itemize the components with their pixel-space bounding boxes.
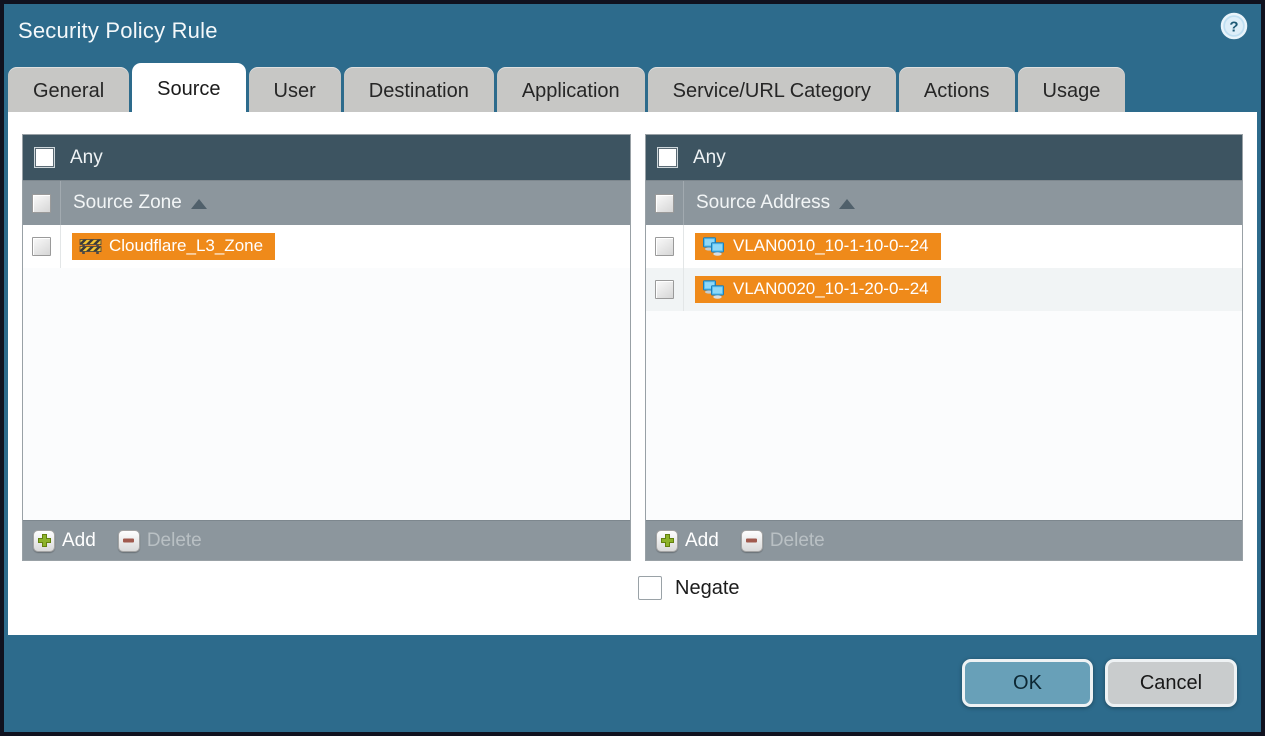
svg-text:?: ? [1229,19,1238,36]
plus-icon [656,529,678,552]
source-address-column-title: Source Address [696,192,831,213]
source-zone-list: Cloudflare_L3_Zone [23,225,630,520]
add-button[interactable]: Add [656,529,719,552]
negate-checkbox[interactable] [638,576,662,600]
source-address-row-checkbox[interactable] [655,280,674,299]
source-address-any-label: Any [693,146,726,168]
delete-button[interactable]: Delete [740,529,825,552]
source-address-row-checkbox[interactable] [655,237,674,256]
tab-destination[interactable]: Destination [343,67,494,116]
tab-application[interactable]: Application [496,67,645,116]
security-policy-rule-dialog: Security Policy Rule ? General Source Us… [0,0,1265,736]
source-address-panel: Any Source Address VLAN0010_10-1-10-0--2… [645,134,1243,561]
source-address-select-all-checkbox[interactable] [655,193,674,213]
negate-row: Negate [638,576,740,600]
source-zone-select-all-checkbox[interactable] [32,193,51,213]
table-row: VLAN0010_10-1-10-0--24 [646,225,1242,268]
help-icon[interactable]: ? [1220,12,1248,40]
source-zone-chip[interactable]: Cloudflare_L3_Zone [72,233,276,260]
sort-ascending-icon [190,199,207,209]
source-tab-content: Any Source Zone Cloudflare_L3_Zone Add D… [8,112,1257,635]
source-zone-any-bar: Any [23,135,630,180]
page-title: Security Policy Rule [18,18,218,43]
source-zone-column-title: Source Zone [73,192,182,213]
cancel-button[interactable]: Cancel [1105,659,1237,707]
source-zone-column-header[interactable]: Source Zone [23,180,630,225]
source-address-column-header[interactable]: Source Address [646,180,1242,225]
source-zone-toolbar: Add Delete [23,520,630,560]
source-zone-select-all-cell [23,181,61,225]
add-button[interactable]: Add [33,529,96,552]
source-zone-any-checkbox[interactable] [34,147,55,168]
source-address-chip[interactable]: VLAN0010_10-1-10-0--24 [695,233,941,260]
source-address-any-checkbox[interactable] [657,147,678,168]
ok-button[interactable]: OK [962,659,1093,707]
source-address-toolbar: Add Delete [646,520,1242,560]
tab-usage[interactable]: Usage [1017,67,1126,116]
tab-service-url-category[interactable]: Service/URL Category [647,67,896,116]
address-icon [703,279,724,299]
source-zone-panel: Any Source Zone Cloudflare_L3_Zone Add D… [22,134,631,561]
source-zone-chip-label: Cloudflare_L3_Zone [109,236,264,255]
source-address-any-bar: Any [646,135,1242,180]
tab-actions[interactable]: Actions [898,67,1015,116]
source-zone-any-label: Any [70,146,103,168]
tab-strip: General Source User Destination Applicat… [8,63,1126,116]
tab-user[interactable]: User [248,67,341,116]
address-icon [703,236,724,256]
source-address-chip[interactable]: VLAN0020_10-1-20-0--24 [695,276,941,303]
table-row: VLAN0020_10-1-20-0--24 [646,268,1242,311]
source-address-chip-label: VLAN0020_10-1-20-0--24 [733,279,929,298]
negate-label: Negate [675,576,740,599]
minus-icon [740,529,763,552]
source-address-chip-label: VLAN0010_10-1-10-0--24 [733,236,929,255]
tab-general[interactable]: General [8,67,130,116]
delete-button[interactable]: Delete [117,529,202,552]
sort-ascending-icon [839,199,856,209]
tab-source[interactable]: Source [132,63,246,116]
minus-icon [117,529,140,552]
title-bar: Security Policy Rule ? [4,4,1261,62]
plus-icon [33,529,55,552]
table-row: Cloudflare_L3_Zone [23,225,630,268]
source-address-list: VLAN0010_10-1-10-0--24 VLAN0020_10-1-20-… [646,225,1242,520]
source-address-select-all-cell [646,181,684,225]
source-zone-row-checkbox[interactable] [32,237,51,256]
zone-icon [79,239,102,254]
